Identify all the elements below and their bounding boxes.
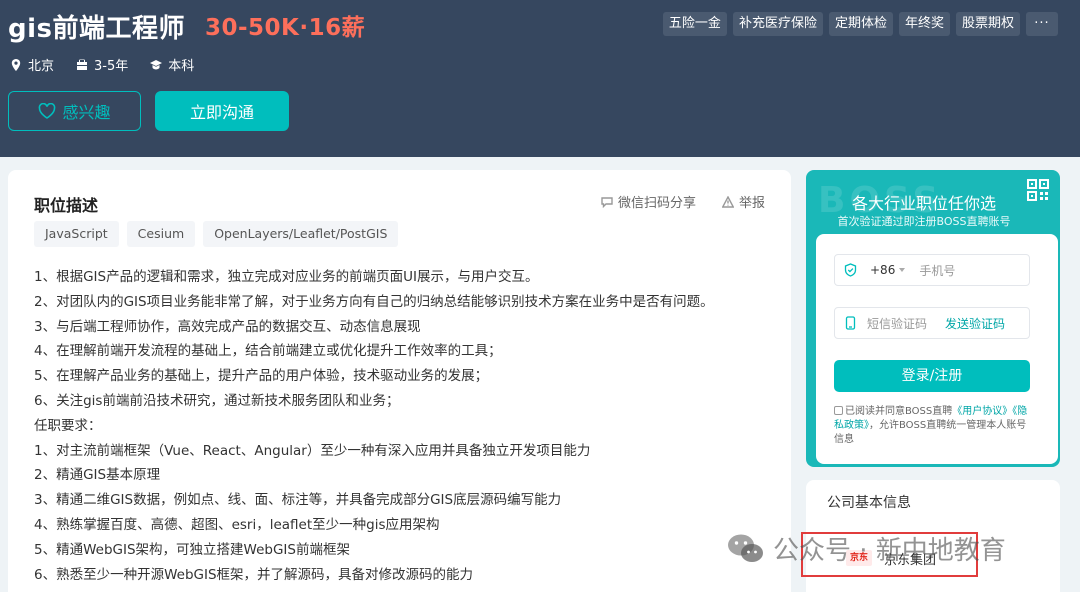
benefit-tag: 年终奖 [898, 12, 950, 36]
agreement-text: 已阅读并同意BOSS直聘《用户协议》《隐私政策》，允许BOSS直聘统一管理本人账… [834, 405, 1034, 447]
heart-icon [39, 103, 56, 119]
benefit-tag: 股票期权 [955, 12, 1020, 36]
warning-icon [721, 195, 734, 208]
skill-tags: JavaScript Cesium OpenLayers/Leaflet/Pos… [34, 221, 399, 247]
description-line: 4、熟练掌握百度、高德、超图、esri，leaflet至少一种gis应用架构 [34, 516, 440, 533]
sms-code-input[interactable]: 短信验证码 [867, 315, 927, 332]
shield-check-icon [844, 263, 857, 277]
send-code-button[interactable]: 发送验证码 [945, 315, 1005, 332]
share-label: 微信扫码分享 [617, 196, 696, 211]
degree: 本科 [150, 55, 194, 74]
qr-code-icon[interactable] [1026, 178, 1050, 202]
promo-subtitle: 首次验证通过即注册BOSS直聘账号 [837, 215, 1011, 228]
job-description-text: 1、根据GIS产品的逻辑和需求，独立完成对应业务的前端页面UI展示，与用户交互。… [34, 265, 774, 587]
description-line: 2、精通GIS基本原理 [34, 467, 161, 484]
login-form: +86 手机号 短信验证码 发送验证码 登录/注册 已阅读并同意BOSS直聘《用… [816, 234, 1058, 464]
benefit-tag: 补充医疗保险 [732, 12, 823, 36]
benefit-tag: 定期体检 [828, 12, 893, 36]
city-label: 北京 [28, 59, 55, 74]
location: 北京 [10, 55, 54, 74]
description-line: 1、根据GIS产品的逻辑和需求，独立完成对应业务的前端页面UI展示，与用户交互。 [34, 269, 539, 285]
experience-label: 3-5年 [94, 59, 129, 74]
interest-button[interactable]: 感兴趣 [8, 91, 141, 131]
wechat-watermark: 公众号 · 新中地教育 [727, 530, 1006, 567]
wechat-share-button[interactable]: 微信扫码分享 [601, 192, 696, 211]
description-line: 1、对主流前端框架（Vue、React、Angular）至少一种有深入应用并具备… [34, 442, 591, 459]
report-label: 举报 [738, 196, 765, 211]
graduation-cap-icon [150, 59, 163, 69]
sms-code-field[interactable]: 短信验证码 发送验证码 [834, 307, 1030, 339]
chevron-down-icon [899, 268, 906, 272]
watermark-text: 公众号 · 新中地教育 [773, 536, 1006, 566]
phone-field[interactable]: +86 手机号 [834, 254, 1030, 286]
skill-tag: Cesium [126, 221, 196, 247]
description-line: 6、熟悉至少一种开源WebGIS框架，并了解源码，具备对修改源码的能力 [34, 566, 474, 583]
phone-input[interactable]: 手机号 [919, 262, 955, 279]
promo-title: 各大行业职位任你选 [851, 194, 996, 213]
more-benefits-button[interactable]: ··· [1026, 12, 1058, 36]
skill-tag: JavaScript [34, 221, 119, 247]
chat-bubble-icon [601, 196, 613, 208]
company-info-title: 公司基本信息 [827, 495, 911, 511]
briefcase-icon [77, 59, 88, 70]
wechat-icon [728, 534, 763, 562]
skill-tag: OpenLayers/Leaflet/PostGIS [203, 221, 399, 247]
job-meta: 北京 3-5年 本科 [10, 55, 194, 74]
location-pin-icon [11, 58, 21, 71]
user-agreement-link[interactable]: 《用户协议》 [952, 406, 1012, 417]
job-header: gis前端工程师 30-50K·16薪 五险一金 补充医疗保险 定期体检 年终奖… [0, 0, 1080, 157]
benefit-tag: 五险一金 [662, 12, 727, 36]
description-line: 6、关注gis前端前沿技术研究，通过新技术服务团队和业务； [34, 392, 400, 409]
agree-prefix: 已阅读并同意BOSS直聘 [845, 406, 953, 417]
description-line: 4、在理解前端开发流程的基础上，结合前端建立或优化提升工作效率的工具； [34, 343, 502, 360]
description-line: 5、精通WebGIS架构，可独立搭建WebGIS前端框架 [34, 541, 350, 558]
description-line: 3、与后端工程师协作，高效完成产品的数据交互、动态信息展现 [34, 318, 421, 335]
interest-label: 感兴趣 [62, 103, 111, 122]
description-line: 3、精通二维GIS数据，例如点、线、面、标注等，并具备完成部分GIS底层源码编写… [34, 492, 562, 509]
phone-icon [845, 316, 856, 330]
experience: 3-5年 [76, 55, 128, 74]
agreement-checkbox[interactable] [834, 406, 843, 415]
report-button[interactable]: 举报 [721, 192, 765, 211]
description-line: 任职要求： [34, 417, 102, 434]
chat-now-button[interactable]: 立即沟通 [155, 91, 289, 131]
country-code-select[interactable]: +86 [870, 263, 895, 277]
login-promo-card: BOSS 各大行业职位任你选 首次验证通过即注册BOSS直聘账号 +86 手机号… [806, 170, 1060, 467]
benefit-tags: 五险一金 补充医疗保险 定期体检 年终奖 股票期权 ··· [662, 12, 1058, 36]
job-title: gis前端工程师 [8, 14, 185, 44]
section-title: 职位描述 [34, 196, 99, 215]
login-register-button[interactable]: 登录/注册 [834, 360, 1030, 392]
description-line: 5、在理解产品业务的基础上，提升产品的用户体验，技术驱动业务的发展； [34, 368, 489, 385]
salary: 30-50K·16薪 [205, 15, 366, 41]
job-description-card: 职位描述 微信扫码分享 举报 JavaScript Cesium OpenLay… [8, 170, 791, 592]
degree-label: 本科 [168, 59, 195, 74]
description-line: 2、对团队内的GIS项目业务能非常了解，对于业务方向有自己的归纳总结能够识别技术… [34, 293, 714, 310]
card-actions: 微信扫码分享 举报 [601, 192, 765, 211]
